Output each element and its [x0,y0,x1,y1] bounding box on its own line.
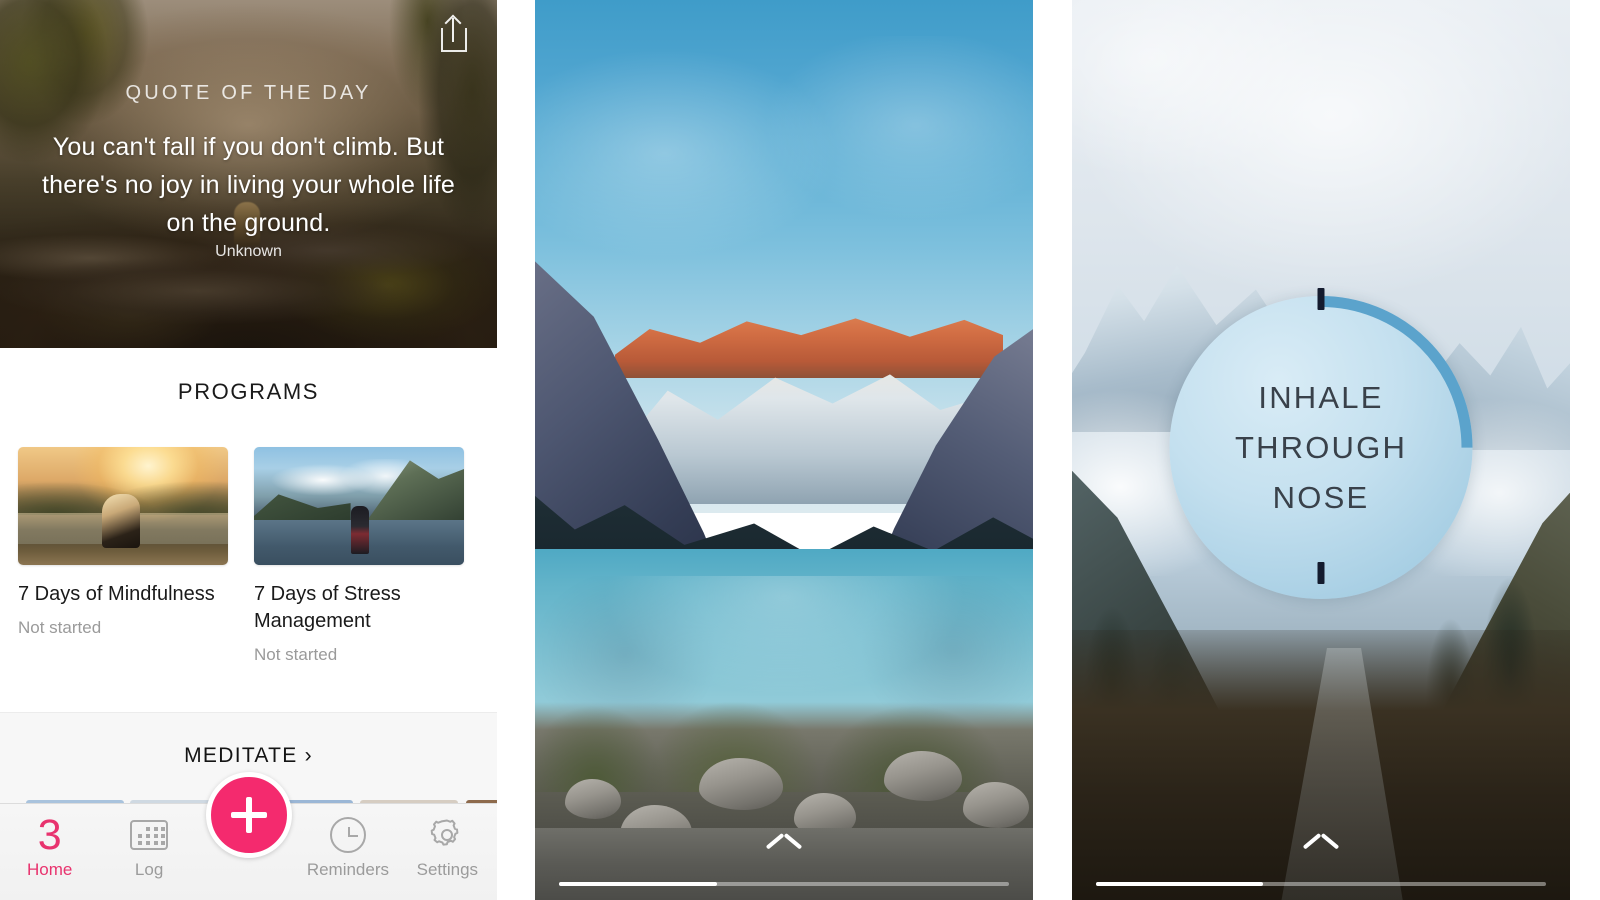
chevron-up-icon[interactable] [767,840,801,860]
program-status: Not started [18,618,102,637]
tab-reminders-glyph [298,812,397,858]
program-thumbnail [254,447,464,565]
session-progress-fill [1096,882,1263,886]
tab-settings-glyph [398,812,497,858]
tab-reminders[interactable]: Reminders [298,804,397,880]
plus-icon [230,797,267,833]
share-icon[interactable] [439,14,469,52]
programs-section: PROGRAMS 7 Days of Mindfulness Not start… [0,348,497,712]
calendar-icon [130,820,169,850]
program-status: Not started [254,645,338,664]
home-screen-panel: QUOTE OF THE DAY You can't fall if you d… [0,0,497,900]
tab-log-label: Log [134,860,164,879]
program-card-stress-management[interactable]: 7 Days of Stress Management Not started [254,447,464,665]
quote-of-the-day-card[interactable]: QUOTE OF THE DAY You can't fall if you d… [0,0,497,348]
tab-home-label: Home [27,860,73,879]
session-progress-bar[interactable] [1096,882,1546,886]
session-progress-fill [559,882,717,886]
streak-badge: 3 [0,812,99,858]
quote-label: QUOTE OF THE DAY [125,82,372,104]
tab-home[interactable]: 3 Home [0,804,99,880]
tab-log[interactable]: Log [99,804,198,880]
program-title: 7 Days of Mindfulness [18,583,215,605]
quote-text: You can't fall if you don't climb. But t… [42,133,455,237]
ring-tick-top [1317,288,1325,310]
streak-count: 3 [37,810,62,859]
lake-background-photo [535,0,1033,900]
photo-rock [883,751,962,801]
meditate-label: MEDITATE [184,744,298,767]
thumb-person [350,506,369,554]
ring-tick-bottom [1317,562,1325,584]
program-thumbnail-image [18,447,228,565]
photo-rock [564,779,621,819]
program-thumbnail-image [254,447,464,565]
photo-path [535,828,1033,900]
clock-icon [329,817,366,853]
bottom-tab-bar: 3 Home Log Reminders Settings [0,772,497,900]
gear-icon [428,816,466,854]
breathing-ring-arc [1169,296,1473,599]
photo-rock [963,782,1030,828]
programs-card-list: 7 Days of Mindfulness Not started 7 Days… [0,447,497,665]
screenshot-stage: QUOTE OF THE DAY You can't fall if you d… [0,0,1600,900]
chevron-up-icon[interactable] [1304,840,1338,860]
tab-reminders-label: Reminders [306,860,390,879]
quote-author: Unknown [215,243,282,260]
program-thumbnail [18,447,228,565]
breathing-progress-ring [1169,296,1473,599]
add-session-fab[interactable] [205,772,292,858]
photo-screen-panel [535,0,1033,900]
tab-settings-label: Settings [416,860,479,879]
tab-log-glyph [99,812,198,858]
programs-title: PROGRAMS [177,379,320,404]
tab-settings[interactable]: Settings [398,804,497,880]
clock-minute-hand [347,835,358,837]
meditate-link[interactable]: MEDITATE › [0,744,497,768]
session-progress-bar[interactable] [559,882,1009,886]
program-card-mindfulness[interactable]: 7 Days of Mindfulness Not started [18,447,228,665]
breathing-screen-panel: INHALE THROUGH NOSE [1072,0,1570,900]
photo-clouds [535,36,1033,270]
program-title: 7 Days of Stress Management [254,583,401,632]
chevron-right-icon: › [304,744,313,767]
tab-add-session[interactable] [199,772,298,858]
thumb-person [102,494,140,549]
share-icon-box [441,28,467,52]
